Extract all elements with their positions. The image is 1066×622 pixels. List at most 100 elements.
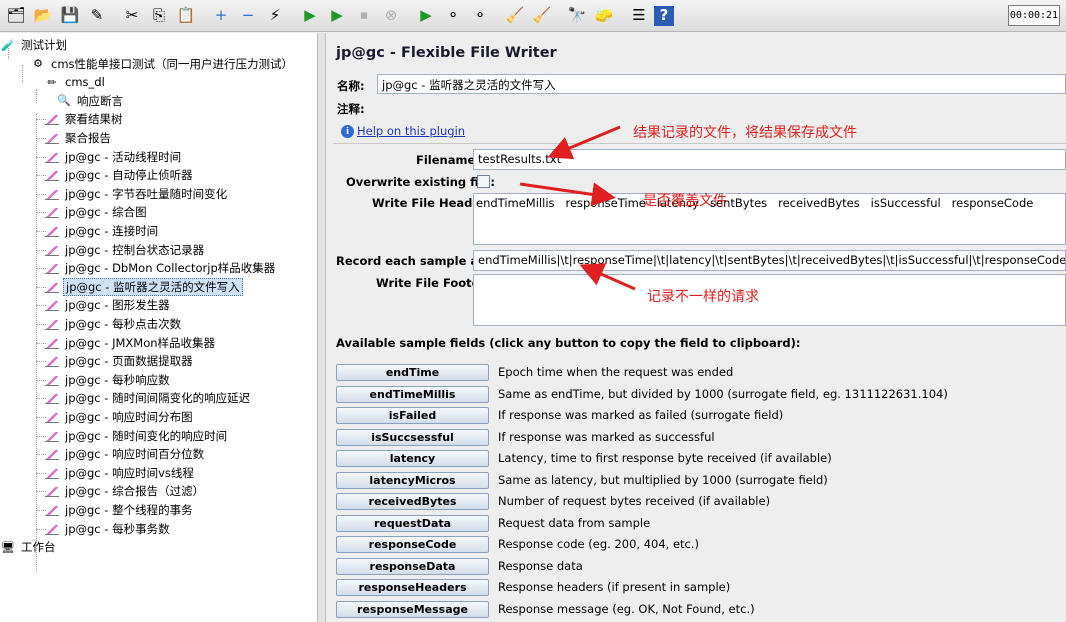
paste-icon[interactable]: 📋	[174, 4, 198, 28]
field-description: Response message (eg. OK, Not Found, etc…	[498, 601, 755, 616]
tree-item[interactable]: 🧪 测试计划	[0, 36, 69, 54]
tree-guide-line	[36, 268, 46, 270]
tree-item-label: jp@gc - 响应时间分布图	[65, 410, 193, 424]
tree-item[interactable]: jp@gc - 自动停止侦听器	[44, 166, 195, 184]
help-link[interactable]: Help on this plugin	[357, 124, 465, 138]
tree-item[interactable]: jp@gc - 每秒事务数	[44, 520, 172, 538]
field-button-requestdata[interactable]: requestData	[336, 514, 489, 532]
tree-item[interactable]: jp@gc - 控制台状态记录器	[44, 241, 206, 259]
remote-stop-icon[interactable]: ⚬	[441, 4, 465, 28]
remote-start-icon[interactable]: ▶	[414, 4, 438, 28]
test-plan-tree[interactable]: 🧪 测试计划 ⚙ cms性能单接口测试（同一用户进行压力测试） ✏ cms_dl 🔍 响应断言…	[0, 33, 318, 622]
tree-item[interactable]: ✏ cms_dl	[44, 73, 107, 91]
field-button-endtimemillis[interactable]: endTimeMillis	[336, 385, 489, 403]
header-textarea[interactable]: endTimeMillis responseTime latency sentB…	[473, 193, 1066, 245]
assertion-icon: 🔍	[57, 94, 71, 108]
listener-icon	[44, 130, 60, 146]
tree-guide-line	[8, 45, 9, 59]
tree-guide-line	[36, 361, 46, 363]
overwrite-checkbox[interactable]	[477, 175, 490, 188]
tree-item[interactable]: 聚合报告	[44, 129, 113, 147]
annotation-overwrite: 是否覆盖文件	[643, 193, 727, 209]
tree-item[interactable]: jp@gc - 整个线程的事务	[44, 501, 195, 519]
clear-icon[interactable]: 🧹	[503, 4, 527, 28]
comment-input[interactable]	[377, 98, 1066, 118]
tree-item-label: jp@gc - 每秒点击次数	[65, 317, 182, 331]
pane-splitter[interactable]	[318, 33, 326, 622]
tree-item[interactable]: jp@gc - 页面数据提取器	[44, 352, 195, 370]
footer-textarea[interactable]	[473, 274, 1066, 326]
tree-item-label: jp@gc - 随时间间隔变化的响应延迟	[65, 391, 251, 406]
tree-item[interactable]: jp@gc - 每秒点击次数	[44, 315, 183, 333]
function-helper-icon[interactable]: ☰	[627, 4, 651, 28]
listener-icon	[44, 260, 60, 276]
tree-item[interactable]: jp@gc - JMXMon样品收集器	[44, 334, 217, 352]
field-description: If response was marked as failed (surrog…	[498, 408, 784, 422]
listener-icon	[44, 446, 60, 462]
tree-item[interactable]: jp@gc - 随时间间隔变化的响应延迟	[44, 389, 252, 407]
help-icon[interactable]: ?	[654, 5, 674, 26]
listener-icon	[44, 390, 60, 406]
field-description: Same as endTime, but divided by 1000 (su…	[498, 386, 948, 401]
tree-item[interactable]: jp@gc - 监听器之灵活的文件写入	[44, 277, 243, 296]
shutdown-icon[interactable]: ⊗	[379, 4, 403, 28]
search-icon[interactable]: 🔭	[565, 4, 589, 28]
field-button-isfailed[interactable]: isFailed	[336, 407, 489, 424]
tree-item[interactable]: jp@gc - 每秒响应数	[44, 371, 172, 389]
field-button-responsedata[interactable]: responseData	[336, 557, 489, 575]
field-button-receivedbytes[interactable]: receivedBytes	[336, 493, 489, 510]
tree-item-label: 工作台	[21, 540, 56, 555]
tree-item[interactable]: ⚙ cms性能单接口测试（同一用户进行压力测试）	[30, 55, 295, 73]
save-as-icon[interactable]: ✎	[85, 4, 109, 28]
tree-item-label: cms性能单接口测试（同一用户进行压力测试）	[51, 56, 294, 71]
reset-search-icon[interactable]: 🧽	[592, 4, 616, 28]
tree-item[interactable]: jp@gc - 响应时间百分位数	[44, 445, 206, 463]
tree-item[interactable]: jp@gc - 响应时间vs线程	[44, 464, 196, 482]
tree-item[interactable]: jp@gc - 图形发生器	[44, 296, 172, 314]
clear-all-icon[interactable]: 🧹	[530, 4, 554, 28]
open-icon[interactable]: 📂	[31, 4, 55, 28]
copy-icon[interactable]: ⎘	[147, 4, 171, 28]
listener-icon	[44, 521, 60, 537]
tree-item[interactable]: jp@gc - 连接时间	[44, 222, 160, 240]
listener-icon	[44, 149, 60, 165]
tree-item[interactable]: jp@gc - 字节吞吐量随时间变化	[44, 185, 229, 203]
listener-icon	[44, 316, 60, 332]
tree-guide-line	[36, 138, 46, 139]
tree-item[interactable]: jp@gc - 随时间变化的响应时间	[44, 427, 229, 445]
start-no-pause-icon[interactable]: ▶	[325, 4, 349, 28]
field-button-endtime[interactable]: endTime	[336, 364, 489, 381]
tree-guide-line	[36, 193, 46, 195]
cut-icon[interactable]: ✂	[120, 4, 144, 28]
save-icon[interactable]: 💾	[58, 4, 82, 28]
tree-item[interactable]: jp@gc - 活动线程时间	[44, 148, 183, 166]
tree-item[interactable]: jp@gc - 响应时间分布图	[44, 408, 195, 426]
field-button-responsemessage[interactable]: responseMessage	[336, 600, 489, 618]
expand-icon[interactable]: +	[209, 4, 233, 28]
toggle-icon[interactable]: ⚡	[263, 4, 287, 28]
field-button-latency[interactable]: latency	[336, 450, 489, 467]
record-input[interactable]: endTimeMillis|\t|responseTime|\t|latency…	[473, 250, 1066, 271]
remote-exit-icon[interactable]: ⚬	[468, 4, 492, 28]
field-description: Latency, time to first response byte rec…	[498, 451, 832, 465]
stop-icon[interactable]: ⏹	[352, 4, 376, 28]
tree-item[interactable]: 察看结果树	[44, 110, 125, 128]
tree-item[interactable]: jp@gc - 综合报告（过滤）	[44, 482, 206, 500]
templates-icon[interactable]: 🗂	[4, 4, 28, 28]
start-icon[interactable]: ▶	[298, 4, 322, 28]
tree-item[interactable]: jp@gc - DbMon Collectorjp样品收集器	[44, 259, 277, 277]
name-input[interactable]: jp@gc - 监听器之灵活的文件写入	[377, 74, 1066, 94]
field-button-responsecode[interactable]: responseCode	[336, 536, 489, 553]
field-button-responseheaders[interactable]: responseHeaders	[336, 579, 489, 596]
listener-icon	[44, 502, 60, 518]
field-button-latencymicros[interactable]: latencyMicros	[336, 471, 489, 489]
tree-item[interactable]: 🔍 响应断言	[56, 92, 125, 110]
listener-icon	[44, 223, 60, 239]
filename-input[interactable]: testResults.txt	[473, 149, 1066, 170]
tree-item[interactable]: 🖥 工作台	[0, 538, 58, 556]
field-button-issuccsessful[interactable]: isSuccsessful	[336, 428, 489, 446]
collapse-icon[interactable]: −	[236, 4, 260, 28]
tree-guide-line	[36, 119, 46, 121]
tree-guide-line	[36, 89, 37, 103]
tree-item[interactable]: jp@gc - 综合图	[44, 203, 149, 221]
